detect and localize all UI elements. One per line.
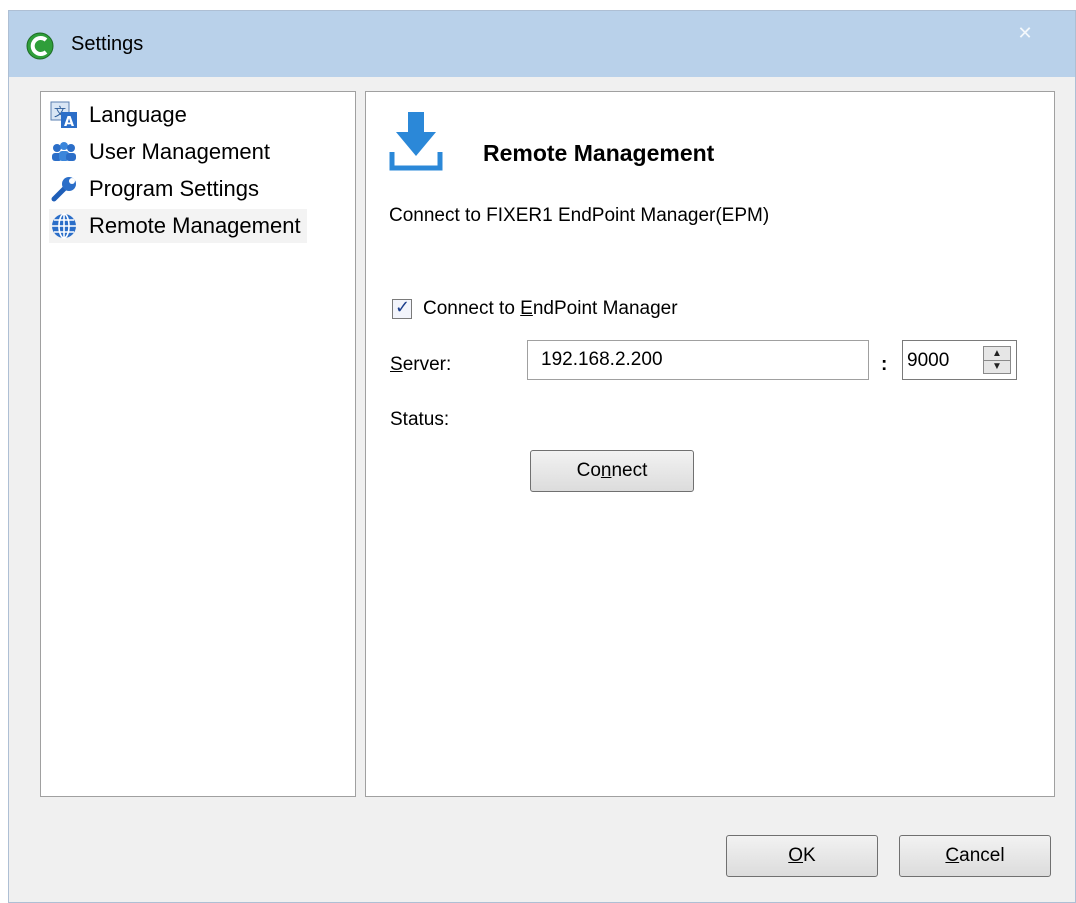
settings-window: Settings ✕ 文 A Language User Management bbox=[8, 10, 1076, 903]
title-bar[interactable]: Settings ✕ bbox=[9, 11, 1075, 77]
svg-text:A: A bbox=[64, 115, 74, 130]
language-icon: 文 A bbox=[50, 101, 77, 130]
port-spinner[interactable]: ▲ ▼ bbox=[983, 346, 1011, 374]
status-label: Status: bbox=[390, 409, 450, 430]
connect-button[interactable]: Connect bbox=[530, 450, 694, 492]
server-label: Server: bbox=[390, 354, 452, 375]
sidebar-item-program-settings[interactable]: Program Settings bbox=[49, 172, 265, 206]
connect-epm-checkbox-row[interactable]: ✓ Connect to EndPoint Manager bbox=[392, 297, 678, 320]
app-logo-icon bbox=[26, 32, 54, 60]
settings-nav: 文 A Language User Management Program Set… bbox=[40, 91, 356, 797]
close-button[interactable]: ✕ bbox=[1015, 23, 1035, 43]
download-icon bbox=[389, 112, 443, 171]
sidebar-item-label: Language bbox=[89, 102, 187, 127]
port-separator: : bbox=[881, 354, 888, 375]
checkbox-label: Connect to EndPoint Manager bbox=[423, 298, 678, 319]
sidebar-item-label: User Management bbox=[89, 139, 270, 164]
users-icon bbox=[52, 142, 76, 161]
section-description: Connect to FIXER1 EndPoint Manager(EPM) bbox=[389, 205, 770, 226]
sidebar-item-label: Remote Management bbox=[89, 213, 301, 238]
window-title: Settings bbox=[71, 33, 144, 55]
checkmark-icon: ✓ bbox=[395, 297, 411, 317]
wrench-icon bbox=[51, 177, 76, 202]
server-address-input[interactable]: 192.168.2.200 bbox=[527, 340, 869, 380]
port-stepper[interactable]: 9000 ▲ ▼ bbox=[902, 340, 1017, 380]
sidebar-item-label: Program Settings bbox=[89, 176, 259, 201]
sidebar-item-remote-management[interactable]: Remote Management bbox=[49, 209, 307, 243]
ok-button[interactable]: OK bbox=[726, 835, 878, 877]
section-title: Remote Management bbox=[483, 140, 715, 166]
spin-up-icon[interactable]: ▲ bbox=[984, 347, 1010, 361]
connect-epm-checkbox[interactable]: ✓ bbox=[392, 297, 412, 319]
spin-down-icon[interactable]: ▼ bbox=[984, 360, 1010, 373]
port-value[interactable]: 9000 bbox=[907, 350, 949, 372]
remote-management-panel: Remote Management Connect to FIXER1 EndP… bbox=[365, 91, 1055, 797]
sidebar-item-user-management[interactable]: User Management bbox=[49, 135, 276, 169]
cancel-button[interactable]: Cancel bbox=[899, 835, 1051, 877]
globe-icon bbox=[52, 213, 76, 239]
sidebar-item-language[interactable]: 文 A Language bbox=[49, 98, 193, 132]
